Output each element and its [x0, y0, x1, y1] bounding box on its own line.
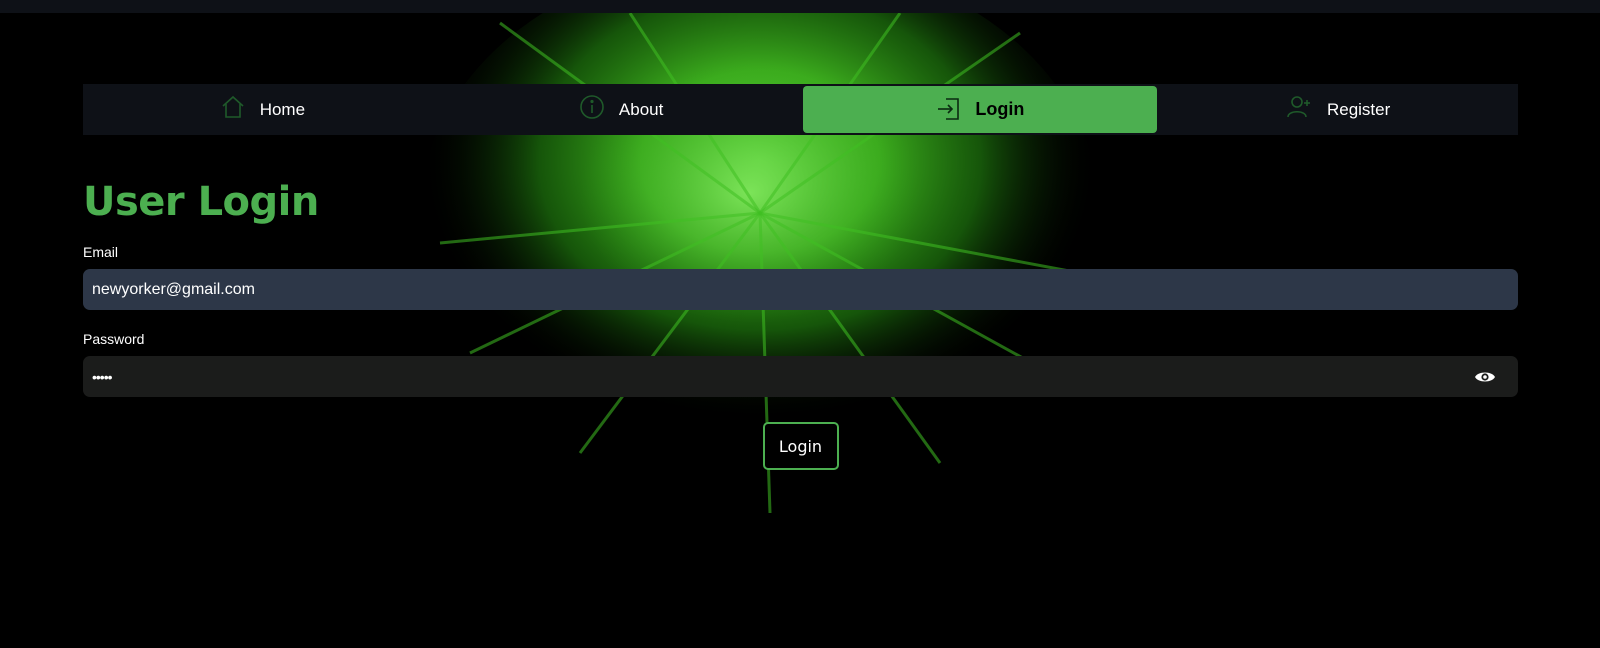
email-value: newyorker@gmail.com	[92, 280, 255, 298]
top-strip	[0, 0, 1600, 13]
login-form: User Login Email newyorker@gmail.com Pas…	[83, 175, 1518, 470]
nav-item-label: Register	[1326, 99, 1391, 119]
password-value: •••••	[92, 368, 112, 385]
nav-item-about[interactable]: About	[444, 86, 799, 133]
login-icon	[935, 96, 961, 122]
top-navigation: Home About Login Register	[83, 84, 1518, 135]
password-field[interactable]: •••••	[83, 356, 1518, 397]
email-field[interactable]: newyorker@gmail.com	[83, 269, 1518, 310]
nav-item-register[interactable]: Register	[1161, 86, 1516, 133]
info-icon	[579, 94, 605, 120]
nav-item-label: Login	[975, 99, 1025, 119]
page-title: User Login	[83, 179, 319, 225]
home-icon	[220, 94, 246, 120]
nav-item-login[interactable]: Login	[802, 86, 1158, 133]
show-password-eye-icon[interactable]	[1474, 366, 1496, 388]
submit-row: Login	[83, 422, 1518, 470]
nav-item-label: About	[618, 99, 664, 119]
email-label: Email	[83, 244, 119, 260]
nav-item-home[interactable]: Home	[85, 86, 440, 133]
add-user-icon	[1287, 94, 1313, 120]
login-button[interactable]: Login	[762, 422, 839, 470]
nav-item-label: Home	[259, 99, 306, 119]
password-label: Password	[83, 331, 145, 347]
